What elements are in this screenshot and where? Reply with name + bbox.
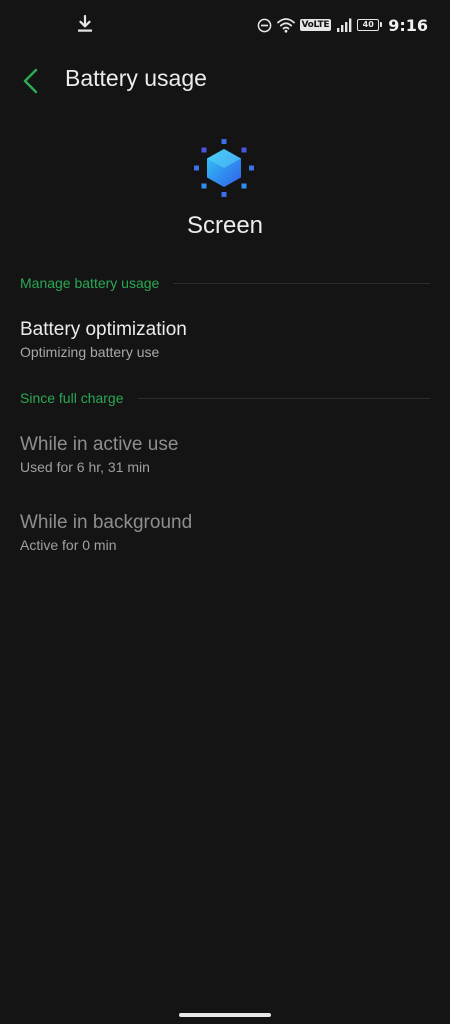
item-title: While in background: [20, 512, 193, 533]
section-header-since-full-charge: Since full charge: [20, 387, 430, 409]
section-divider: [173, 282, 430, 284]
signal-icon: [337, 18, 352, 32]
section-divider: [137, 397, 430, 399]
status-icons: VoLTE 40 9:16: [257, 13, 428, 37]
item-title: Battery optimization: [20, 319, 187, 340]
active-use-item: While in active use Used for 6 hr, 31 mi…: [20, 434, 430, 475]
battery-level: 40: [362, 20, 374, 29]
item-subtitle: Optimizing battery use: [20, 344, 160, 360]
status-time: 9:16: [388, 15, 428, 35]
back-arrow-icon: [23, 68, 38, 94]
back-button[interactable]: [14, 64, 48, 98]
battery-icon: 40: [357, 19, 383, 31]
page-title: Battery usage: [65, 65, 207, 91]
section-header-manage: Manage battery usage: [20, 272, 430, 294]
item-title: While in active use: [20, 434, 179, 455]
section-label: Manage battery usage: [20, 275, 160, 291]
item-subtitle: Used for 6 hr, 31 min: [20, 459, 150, 475]
background-use-item: While in background Active for 0 min: [20, 512, 430, 553]
status-bar: VoLTE 40 9:16: [0, 0, 450, 50]
section-label: Since full charge: [20, 390, 124, 406]
wifi-icon: [276, 18, 295, 33]
title-bar: Battery usage: [0, 52, 450, 110]
screen-brightness-icon: [194, 139, 254, 197]
battery-usage-screen: VoLTE 40 9:16 Battery usage Screen Manag…: [0, 0, 450, 1024]
do-not-disturb-icon: [257, 18, 271, 32]
volte-icon: VoLTE: [299, 19, 332, 31]
battery-optimization-item[interactable]: Battery optimization Optimizing battery …: [20, 319, 430, 360]
navigation-handle[interactable]: [179, 1013, 271, 1017]
item-subtitle: Active for 0 min: [20, 537, 117, 553]
download-icon: [78, 15, 92, 32]
app-name: Screen: [186, 212, 264, 239]
